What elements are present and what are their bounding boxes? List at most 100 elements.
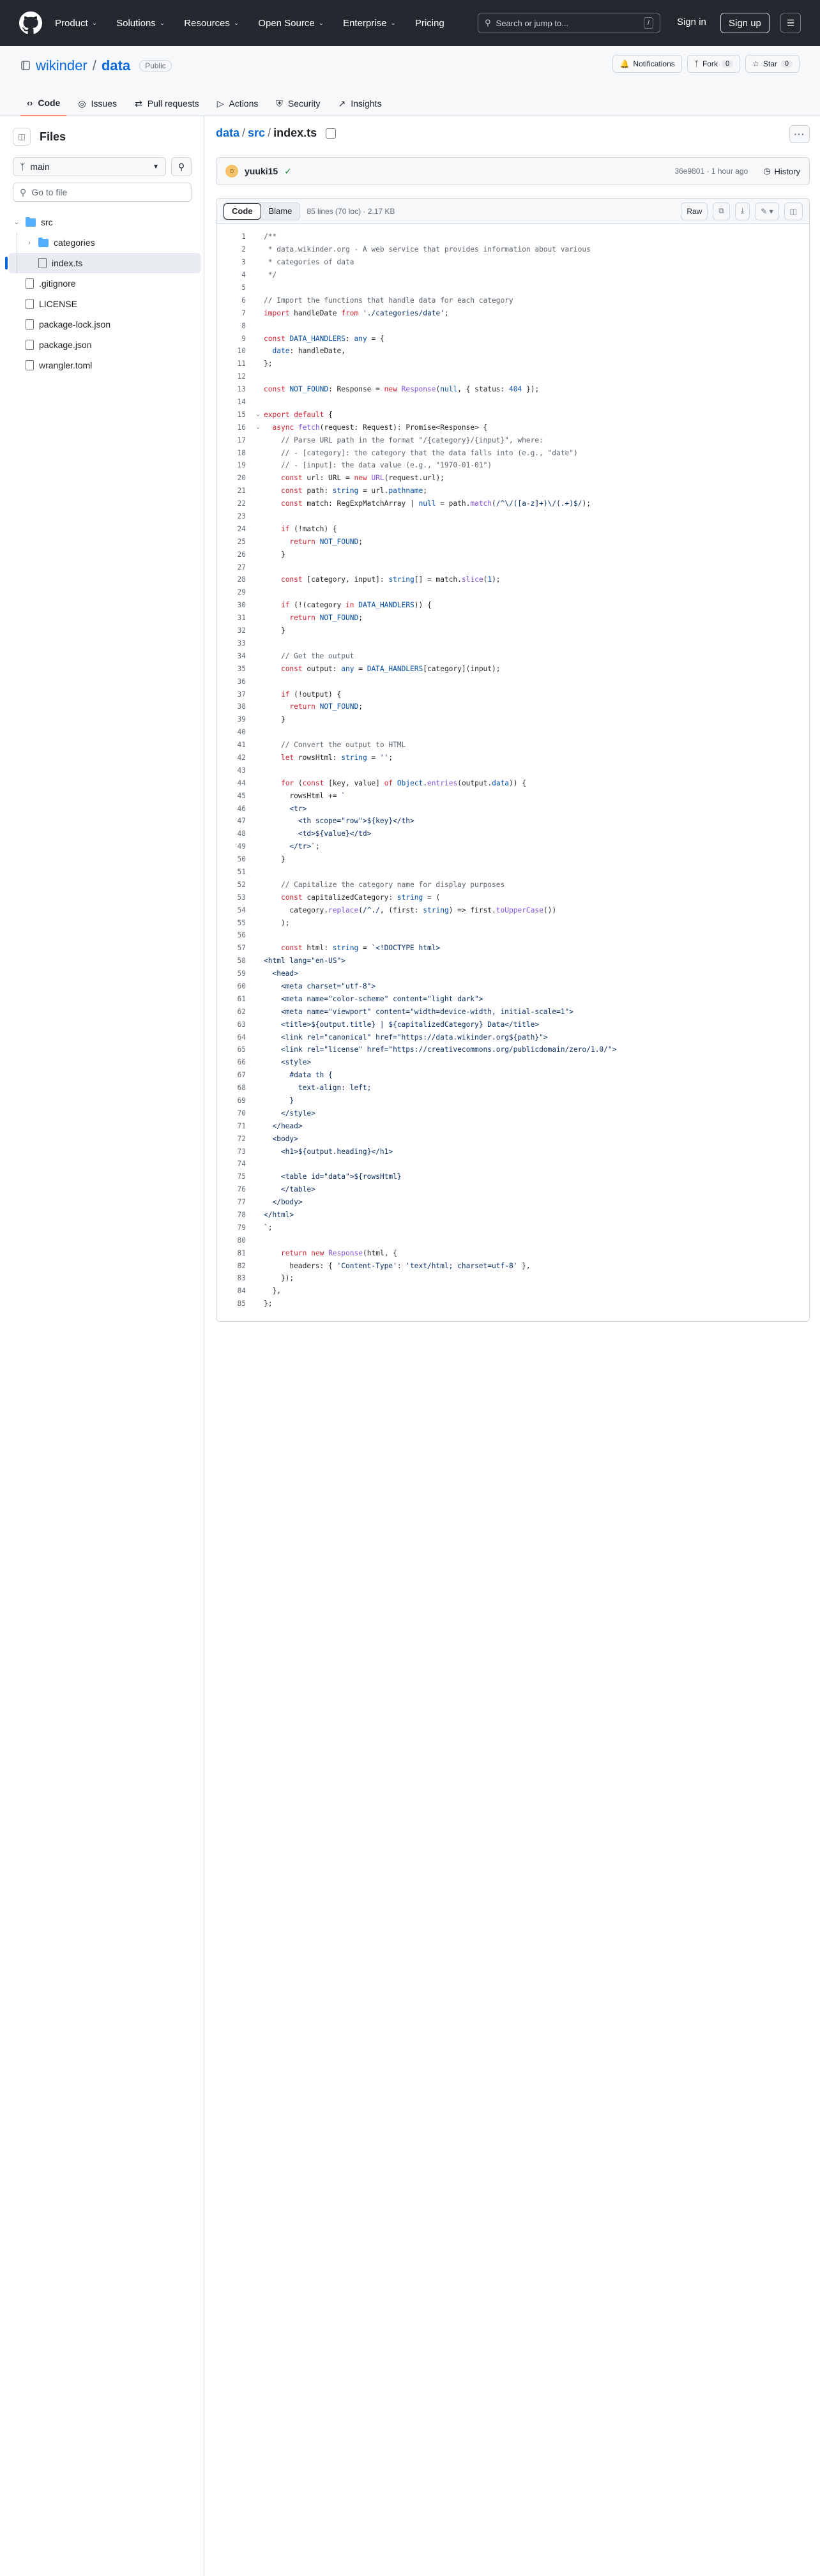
line-number[interactable]: 14 <box>216 398 252 406</box>
collapse-sidebar-icon[interactable]: ◫ <box>13 128 31 146</box>
line-number[interactable]: 52 <box>216 881 252 889</box>
line-number[interactable]: 72 <box>216 1135 252 1143</box>
line-number[interactable]: 80 <box>216 1236 252 1245</box>
line-number[interactable]: 84 <box>216 1287 252 1295</box>
line-number[interactable]: 77 <box>216 1198 252 1206</box>
line-number[interactable]: 75 <box>216 1172 252 1181</box>
repo-owner-link[interactable]: wikinder <box>36 57 87 74</box>
line-number[interactable]: 67 <box>216 1071 252 1079</box>
line-number[interactable]: 26 <box>216 550 252 559</box>
tab-blame-view[interactable]: Blame <box>261 202 300 220</box>
line-number[interactable]: 15 <box>216 411 252 419</box>
global-nav-open-source[interactable]: Open Source ⌄ <box>258 18 324 29</box>
line-number[interactable]: 40 <box>216 728 252 736</box>
download-icon[interactable]: ⤓ <box>734 202 750 220</box>
line-number[interactable]: 43 <box>216 766 252 775</box>
line-number[interactable]: 69 <box>216 1096 252 1105</box>
line-number[interactable]: 70 <box>216 1109 252 1118</box>
line-number[interactable]: 74 <box>216 1160 252 1168</box>
line-number[interactable]: 31 <box>216 614 252 622</box>
line-number[interactable]: 6 <box>216 296 252 305</box>
tree-item-wrangler-toml[interactable]: wrangler.toml <box>9 355 201 375</box>
line-number[interactable]: 51 <box>216 868 252 876</box>
line-number[interactable]: 60 <box>216 982 252 990</box>
tree-item-categories[interactable]: › categories <box>9 232 201 253</box>
line-number[interactable]: 82 <box>216 1262 252 1270</box>
line-number[interactable]: 65 <box>216 1045 252 1054</box>
line-number[interactable]: 10 <box>216 347 252 355</box>
check-icon[interactable]: ✓ <box>284 166 292 177</box>
breadcrumb-repo-link[interactable]: data <box>216 126 239 140</box>
line-number[interactable]: 16 <box>216 423 252 432</box>
line-number[interactable]: 22 <box>216 499 252 508</box>
edit-pencil-icon[interactable]: ✎ ▾ <box>755 202 779 220</box>
line-number[interactable]: 9 <box>216 335 252 343</box>
symbols-panel-icon[interactable]: ◫ <box>784 202 803 220</box>
line-number[interactable]: 56 <box>216 931 252 939</box>
tab-insights[interactable]: ↗ Insights <box>331 91 388 116</box>
more-options-icon[interactable]: ··· <box>789 125 810 143</box>
line-number[interactable]: 11 <box>216 360 252 368</box>
line-number[interactable]: 25 <box>216 538 252 546</box>
star-button[interactable]: ☆ Star 0 <box>745 55 800 73</box>
fold-chevron-icon[interactable]: ⌄ <box>252 424 264 430</box>
github-logo-icon[interactable] <box>19 11 42 34</box>
line-number[interactable]: 4 <box>216 271 252 279</box>
line-number[interactable]: 78 <box>216 1211 252 1219</box>
line-number[interactable]: 36 <box>216 678 252 686</box>
line-number[interactable]: 76 <box>216 1185 252 1193</box>
raw-button[interactable]: Raw <box>681 202 708 220</box>
tab-code[interactable]: ‹› Code <box>20 91 67 116</box>
repo-name-link[interactable]: data <box>102 57 130 74</box>
line-number[interactable]: 59 <box>216 969 252 978</box>
line-number[interactable]: 41 <box>216 741 252 749</box>
copy-path-icon[interactable] <box>326 128 337 139</box>
line-number[interactable]: 83 <box>216 1274 252 1282</box>
sign-in-link[interactable]: Sign in <box>672 14 711 30</box>
line-number[interactable]: 13 <box>216 385 252 393</box>
line-number[interactable]: 62 <box>216 1008 252 1016</box>
copy-raw-icon[interactable]: ⧉ <box>713 202 730 220</box>
line-number[interactable]: 5 <box>216 284 252 292</box>
line-number[interactable]: 30 <box>216 601 252 609</box>
line-number[interactable]: 2 <box>216 245 252 254</box>
line-number[interactable]: 8 <box>216 322 252 330</box>
line-number[interactable]: 57 <box>216 944 252 952</box>
line-number[interactable]: 20 <box>216 474 252 482</box>
line-number[interactable]: 33 <box>216 639 252 648</box>
line-number[interactable]: 61 <box>216 995 252 1003</box>
line-number[interactable]: 24 <box>216 525 252 533</box>
line-number[interactable]: 54 <box>216 906 252 914</box>
global-nav-product[interactable]: Product ⌄ <box>55 18 97 29</box>
line-number[interactable]: 71 <box>216 1122 252 1130</box>
breadcrumb-dir-link[interactable]: src <box>248 126 265 140</box>
line-number[interactable]: 28 <box>216 575 252 584</box>
line-number[interactable]: 73 <box>216 1148 252 1156</box>
avatar[interactable]: ☺ <box>225 165 238 178</box>
hamburger-menu-icon[interactable]: ☰ <box>780 13 801 33</box>
line-number[interactable]: 44 <box>216 779 252 787</box>
fold-chevron-icon[interactable]: ⌄ <box>252 411 264 418</box>
line-number[interactable]: 18 <box>216 449 252 457</box>
go-to-file-input[interactable]: ⚲ Go to file <box>13 183 192 202</box>
line-number[interactable]: 49 <box>216 842 252 851</box>
line-number[interactable]: 21 <box>216 487 252 495</box>
tree-item-gitignore[interactable]: .gitignore <box>9 273 201 294</box>
global-nav-pricing[interactable]: Pricing <box>415 18 444 29</box>
line-number[interactable]: 27 <box>216 563 252 572</box>
line-number[interactable]: 53 <box>216 893 252 902</box>
line-number[interactable]: 38 <box>216 702 252 711</box>
tree-item-index-ts[interactable]: index.ts <box>5 253 201 273</box>
line-number[interactable]: 45 <box>216 792 252 800</box>
fork-button[interactable]: ᛉ Fork 0 <box>687 55 741 73</box>
commit-author-link[interactable]: yuuki15 <box>245 166 278 176</box>
line-number[interactable]: 48 <box>216 830 252 838</box>
line-number[interactable]: 79 <box>216 1224 252 1232</box>
global-nav-solutions[interactable]: Solutions ⌄ <box>116 18 165 29</box>
tab-pull-requests[interactable]: ⇄ Pull requests <box>128 91 206 116</box>
line-number[interactable]: 39 <box>216 715 252 724</box>
tree-item-package-json[interactable]: package.json <box>9 335 201 355</box>
line-number[interactable]: 55 <box>216 919 252 927</box>
line-number[interactable]: 3 <box>216 258 252 266</box>
history-button[interactable]: ◷ History <box>763 166 800 176</box>
